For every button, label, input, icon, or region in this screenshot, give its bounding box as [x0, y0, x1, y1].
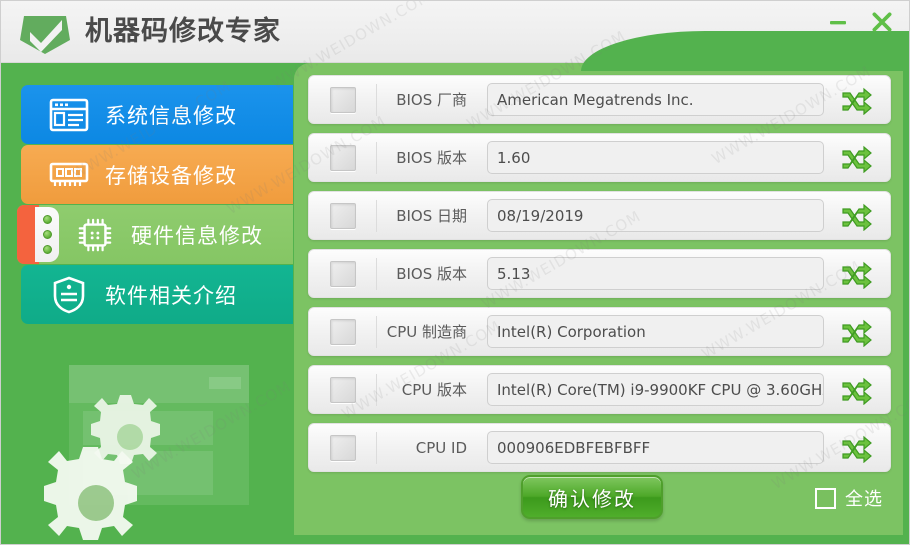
table-row: BIOS 版本 5.13	[308, 249, 891, 298]
page-title: 机器码修改专家	[85, 16, 281, 47]
sidebar-nav: 系统信息修改 存储设备修改 硬件信息修改 软件相关介绍	[17, 85, 293, 325]
row-checkbox[interactable]	[329, 86, 356, 113]
row-checkbox-cell	[309, 199, 377, 232]
row-label: CPU 版本	[401, 381, 467, 399]
close-button[interactable]	[865, 7, 899, 37]
row-label: BIOS 日期	[396, 207, 467, 225]
shuffle-arrows-icon[interactable]	[824, 143, 890, 173]
cpu-chip-icon	[75, 215, 115, 255]
sidebar-item-label: 软件相关介绍	[105, 283, 237, 308]
gears-window-illustration	[31, 353, 281, 544]
sidebar: 系统信息修改 存储设备修改 硬件信息修改 软件相关介绍	[1, 63, 293, 544]
confirm-modify-button[interactable]: 确认修改	[521, 475, 663, 519]
panel-footer: 确认修改 全选	[294, 467, 903, 535]
row-label: BIOS 版本	[396, 265, 467, 283]
table-row: CPU ID 000906EDBFEBFBFF	[308, 423, 891, 472]
shuffle-arrows-icon[interactable]	[824, 259, 890, 289]
row-checkbox-cell	[309, 315, 377, 348]
shuffle-arrows-icon[interactable]	[824, 85, 890, 115]
row-checkbox[interactable]	[329, 376, 356, 403]
sidebar-item-hardware-info[interactable]: 硬件信息修改	[17, 205, 293, 264]
shuffle-arrows-icon[interactable]	[824, 433, 890, 463]
row-value-input[interactable]: Intel(R) Core(TM) i9-9900KF CPU @ 3.60GH…	[487, 373, 824, 406]
sidebar-item-system-info[interactable]: 系统信息修改	[21, 85, 293, 144]
sidebar-item-label: 系统信息修改	[105, 103, 237, 128]
table-row: BIOS 版本 1.60	[308, 133, 891, 182]
row-checkbox-cell	[309, 141, 377, 174]
row-value-input[interactable]: 5.13	[487, 257, 824, 290]
monitor-window-icon	[49, 95, 89, 135]
grip-dot	[42, 245, 52, 254]
row-checkbox-cell	[309, 83, 377, 116]
row-checkbox-cell	[309, 373, 377, 406]
row-label: CPU 制造商	[386, 323, 467, 341]
minimize-button[interactable]	[821, 7, 855, 37]
row-checkbox-cell	[309, 257, 377, 290]
title-bar: 机器码修改专家	[1, 1, 909, 71]
grip-dot	[42, 215, 52, 224]
table-row: CPU 版本 Intel(R) Core(TM) i9-9900KF CPU @…	[308, 365, 891, 414]
select-all-control[interactable]: 全选	[815, 485, 883, 511]
table-row: BIOS 日期 08/19/2019	[308, 191, 891, 240]
row-value-input[interactable]: 08/19/2019	[487, 199, 824, 232]
close-icon	[870, 10, 894, 34]
row-checkbox[interactable]	[329, 144, 356, 171]
row-label: CPU ID	[415, 438, 467, 457]
row-checkbox-cell	[309, 431, 377, 464]
shuffle-arrows-icon[interactable]	[824, 317, 890, 347]
row-label: BIOS 版本	[396, 149, 467, 167]
row-value-input[interactable]: Intel(R) Corporation	[487, 315, 824, 348]
shield-check-icon	[18, 10, 72, 56]
hardware-info-rows: BIOS 厂商 American Megatrends Inc. BIOS 版本…	[308, 75, 891, 481]
row-value-input[interactable]: American Megatrends Inc.	[487, 83, 824, 116]
app-window: 机器码修改专家 系统信息修改 存储设备修改 硬件信息修改 软件相关介绍 BIOS…	[0, 0, 910, 545]
main-panel: BIOS 厂商 American Megatrends Inc. BIOS 版本…	[294, 63, 903, 535]
sidebar-item-label: 存储设备修改	[105, 163, 237, 188]
row-value-input[interactable]: 000906EDBFEBFBFF	[487, 431, 824, 464]
row-checkbox[interactable]	[329, 202, 356, 229]
drag-grip-handle[interactable]	[35, 207, 59, 262]
row-checkbox[interactable]	[329, 318, 356, 345]
memory-module-icon	[49, 155, 89, 195]
shield-info-icon	[49, 275, 89, 315]
row-checkbox[interactable]	[329, 434, 356, 461]
titlebar-green-sweep	[581, 31, 909, 71]
select-all-checkbox[interactable]	[815, 487, 836, 509]
row-label: BIOS 厂商	[396, 91, 467, 109]
table-row: CPU 制造商 Intel(R) Corporation	[308, 307, 891, 356]
row-value-input[interactable]: 1.60	[487, 141, 824, 174]
sidebar-item-label: 硬件信息修改	[131, 223, 263, 248]
shuffle-arrows-icon[interactable]	[824, 201, 890, 231]
sidebar-item-storage-device[interactable]: 存储设备修改	[21, 145, 293, 204]
row-checkbox[interactable]	[329, 260, 356, 287]
table-row: BIOS 厂商 American Megatrends Inc.	[308, 75, 891, 124]
grip-dot	[42, 230, 52, 239]
shuffle-arrows-icon[interactable]	[824, 375, 890, 405]
select-all-label: 全选	[845, 489, 883, 510]
minimize-icon	[827, 11, 849, 33]
sidebar-item-software-intro[interactable]: 软件相关介绍	[21, 265, 293, 324]
